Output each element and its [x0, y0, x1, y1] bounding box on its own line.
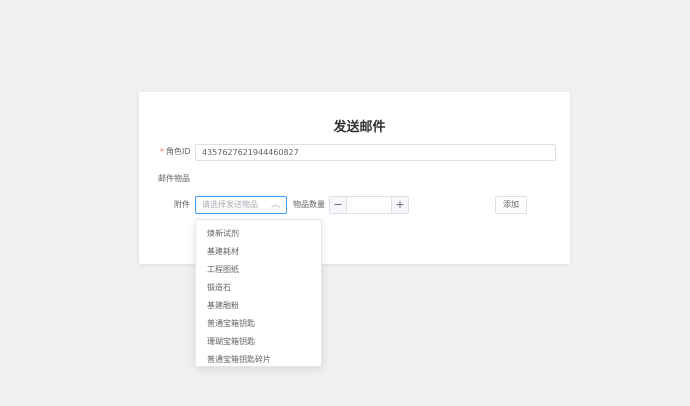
increase-button[interactable]: + [391, 197, 408, 213]
dropdown-option[interactable]: 焕新试剂 [196, 225, 321, 243]
required-mark: * [160, 147, 164, 156]
dropdown-option[interactable]: 普通宝箱钥匙碎片 [196, 351, 321, 366]
page-title: 发送邮件 [333, 120, 386, 135]
attachment-placeholder: 请选择发送物品 [202, 200, 258, 209]
quantity-input[interactable] [347, 197, 391, 213]
mail-items-label: 邮件物品 [158, 174, 190, 183]
role-id-label-wrap: * 角色ID [160, 144, 191, 160]
dropdown-option[interactable]: 锻造石 [196, 279, 321, 297]
quantity-stepper[interactable]: − + [329, 196, 409, 214]
dropdown-option[interactable]: 珊瑚宝箱钥匙 [196, 333, 321, 351]
role-id-input[interactable]: 4357627621944460827 [195, 144, 556, 161]
dropdown-option[interactable]: 普通宝箱钥匙 [196, 315, 321, 333]
attachment-label: 附件 [174, 200, 190, 209]
role-id-label: 角色ID [166, 147, 191, 156]
dropdown-option[interactable]: 工程图纸 [196, 261, 321, 279]
attachment-select[interactable]: 请选择发送物品 ︿ [195, 196, 287, 214]
decrease-button[interactable]: − [330, 197, 347, 213]
add-button[interactable]: 添加 [495, 196, 527, 214]
dropdown-option[interactable]: 基建融粉 [196, 297, 321, 315]
dropdown-list: 焕新试剂 基建耗材 工程图纸 锻造石 基建融粉 普通宝箱钥匙 珊瑚宝箱钥匙 普通宝箱钥匙碎片 [196, 220, 321, 366]
attachment-dropdown: 焕新试剂 基建耗材 工程图纸 锻造石 基建融粉 普通宝箱钥匙 珊瑚宝箱钥匙 普通宝箱钥匙碎片 [195, 219, 322, 367]
chevron-up-icon: ︿ [270, 200, 280, 210]
dropdown-option[interactable]: 基建耗材 [196, 243, 321, 261]
quantity-label: 物品数量 [293, 200, 325, 209]
